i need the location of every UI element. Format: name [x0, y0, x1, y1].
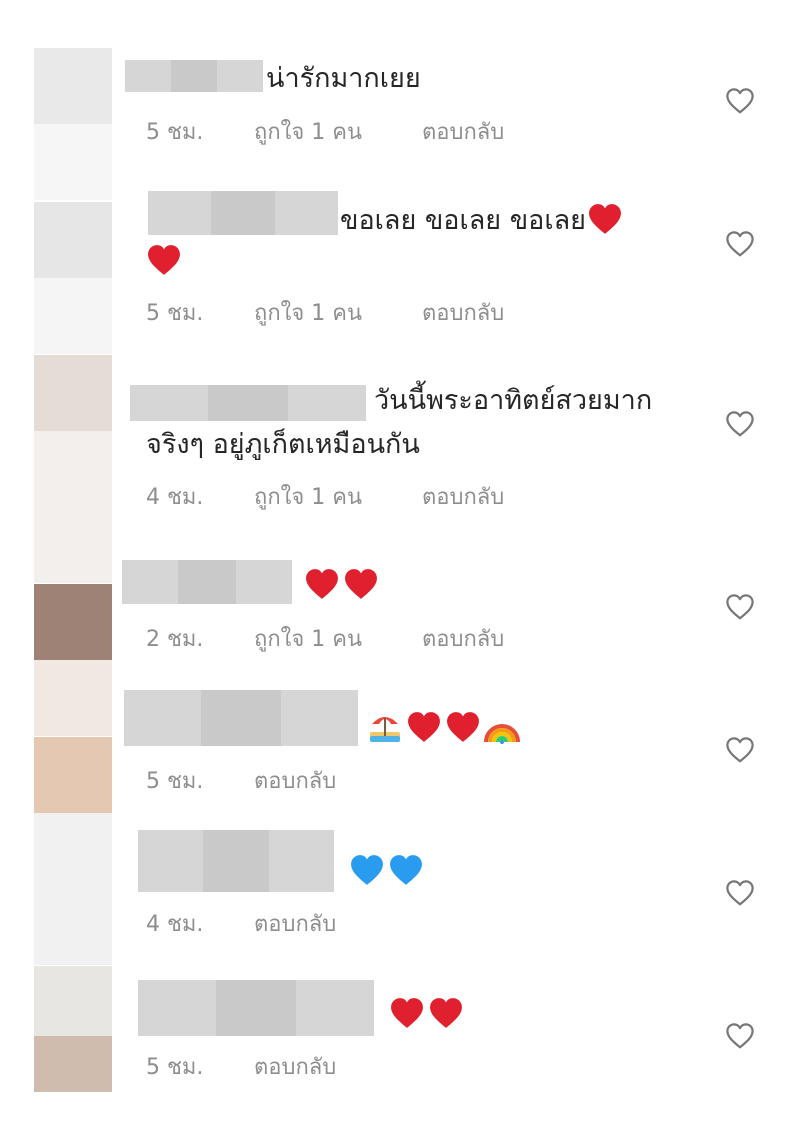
comment-time: 2 ชม.	[146, 627, 204, 652]
like-button[interactable]	[725, 410, 755, 438]
avatar[interactable]	[34, 48, 112, 124]
red-heart-emoji	[446, 711, 480, 743]
like-button[interactable]	[725, 879, 755, 907]
comment-text: ขอเลย ขอเลย ขอเลย	[340, 200, 622, 242]
username-redacted[interactable]	[124, 690, 358, 746]
heart-outline-icon	[725, 593, 755, 621]
reply-button[interactable]: ตอบกลับ	[254, 1049, 336, 1084]
username-redacted[interactable]	[148, 191, 338, 235]
red-heart-emoji	[588, 203, 622, 235]
red-heart-emoji	[305, 568, 339, 600]
reply-button[interactable]: ตอบกลับ	[422, 479, 504, 514]
avatar[interactable]	[34, 584, 112, 660]
comment-time: 5 ชม.	[146, 301, 204, 326]
comment-text-line2: จริงๆ อยู่ภูเก็ตเหมือนกัน	[146, 429, 420, 460]
avatar[interactable]	[34, 966, 112, 1036]
rainbow-emoji	[484, 724, 520, 744]
likes-count[interactable]: ถูกใจ 1 คน	[254, 479, 362, 514]
avatar[interactable]	[34, 737, 112, 813]
likes-count[interactable]: ถูกใจ 1 คน	[254, 114, 362, 149]
likes-count[interactable]: ถูกใจ 1 คน	[254, 621, 362, 656]
comment-time: 5 ชม.	[146, 120, 204, 145]
reply-button[interactable]: ตอบกลับ	[422, 621, 504, 656]
red-heart-emoji	[429, 997, 463, 1029]
avatar-shadow	[34, 278, 112, 354]
heart-outline-icon	[725, 230, 755, 258]
avatar-shadow	[34, 1036, 112, 1092]
heart-outline-icon	[725, 410, 755, 438]
red-heart-emoji	[344, 568, 378, 600]
like-button[interactable]	[725, 1022, 755, 1050]
blue-heart-emoji	[350, 854, 384, 886]
beach-umbrella-emoji	[370, 717, 400, 742]
heart-outline-icon	[725, 736, 755, 764]
comment-text-line1: วันนี้พระอาทิตย์สวยมาก	[374, 385, 653, 416]
avatar-shadow	[34, 124, 112, 200]
comment-time: 5 ชม.	[146, 1055, 204, 1080]
heart-outline-icon	[725, 1022, 755, 1050]
avatar[interactable]	[34, 355, 112, 431]
heart-outline-icon	[725, 87, 755, 115]
username-redacted[interactable]	[138, 830, 334, 892]
blue-heart-emoji	[389, 854, 423, 886]
heart-outline-icon	[725, 879, 755, 907]
red-heart-emoji	[407, 711, 441, 743]
avatar-shadow	[34, 660, 112, 736]
comment-time: 4 ชม.	[146, 912, 204, 937]
reply-button[interactable]: ตอบกลับ	[422, 114, 504, 149]
username-redacted[interactable]	[138, 980, 374, 1036]
like-button[interactable]	[725, 736, 755, 764]
username-redacted[interactable]	[122, 560, 292, 604]
reply-button[interactable]: ตอบกลับ	[254, 906, 336, 941]
reply-button[interactable]: ตอบกลับ	[422, 295, 504, 330]
like-button[interactable]	[725, 87, 755, 115]
comment-text: น่ารักมากเยย	[266, 63, 421, 94]
like-button[interactable]	[725, 230, 755, 258]
comment-text-content: ขอเลย ขอเลย ขอเลย	[340, 205, 586, 236]
comment-time: 4 ชม.	[146, 485, 204, 510]
avatar[interactable]	[34, 202, 112, 278]
reply-button[interactable]: ตอบกลับ	[254, 763, 336, 798]
like-button[interactable]	[725, 593, 755, 621]
avatar-shadow	[34, 813, 112, 965]
username-redacted[interactable]	[125, 60, 263, 92]
username-redacted[interactable]	[130, 385, 366, 421]
red-heart-emoji	[390, 997, 424, 1029]
avatar-shadow	[34, 431, 112, 583]
likes-count[interactable]: ถูกใจ 1 คน	[254, 295, 362, 330]
comment-time: 5 ชม.	[146, 769, 204, 794]
red-heart-emoji	[147, 244, 181, 276]
